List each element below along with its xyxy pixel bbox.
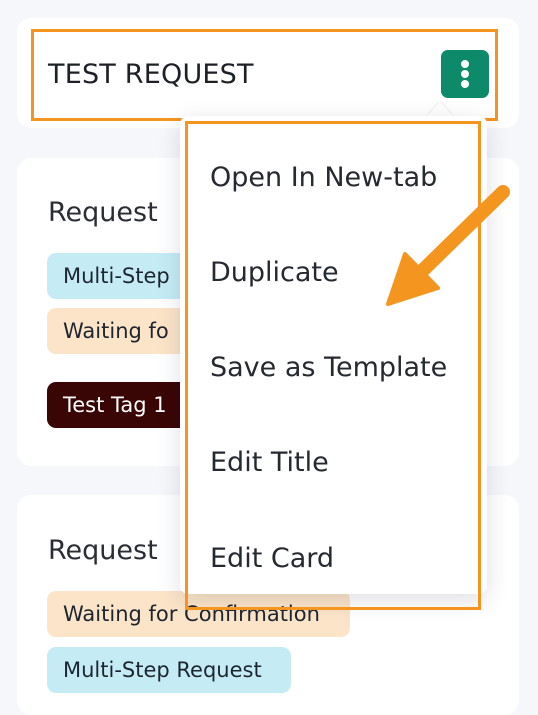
tag-chip[interactable]: Multi-Step <box>47 253 197 299</box>
menu-pointer <box>427 102 453 116</box>
more-options-button[interactable] <box>441 50 489 98</box>
tag-chip[interactable]: Multi-Step Request <box>47 647 291 693</box>
menu-item-save-as-template[interactable]: Save as Template <box>210 348 447 388</box>
menu-item-duplicate[interactable]: Duplicate <box>210 253 339 293</box>
more-vertical-icon <box>461 60 469 68</box>
menu-item-edit-title[interactable]: Edit Title <box>210 443 329 483</box>
tag-chip[interactable]: Waiting for Confirmation <box>47 591 350 637</box>
arrow-pointer-icon <box>386 185 510 306</box>
card-title: Request <box>48 197 158 228</box>
tag-chip[interactable]: Waiting fo <box>47 308 197 354</box>
request-title: TEST REQUEST <box>48 59 254 90</box>
card-title: Request <box>48 535 158 566</box>
tag-chip[interactable]: Test Tag 1 <box>47 382 197 428</box>
menu-item-edit-card[interactable]: Edit Card <box>210 539 334 579</box>
